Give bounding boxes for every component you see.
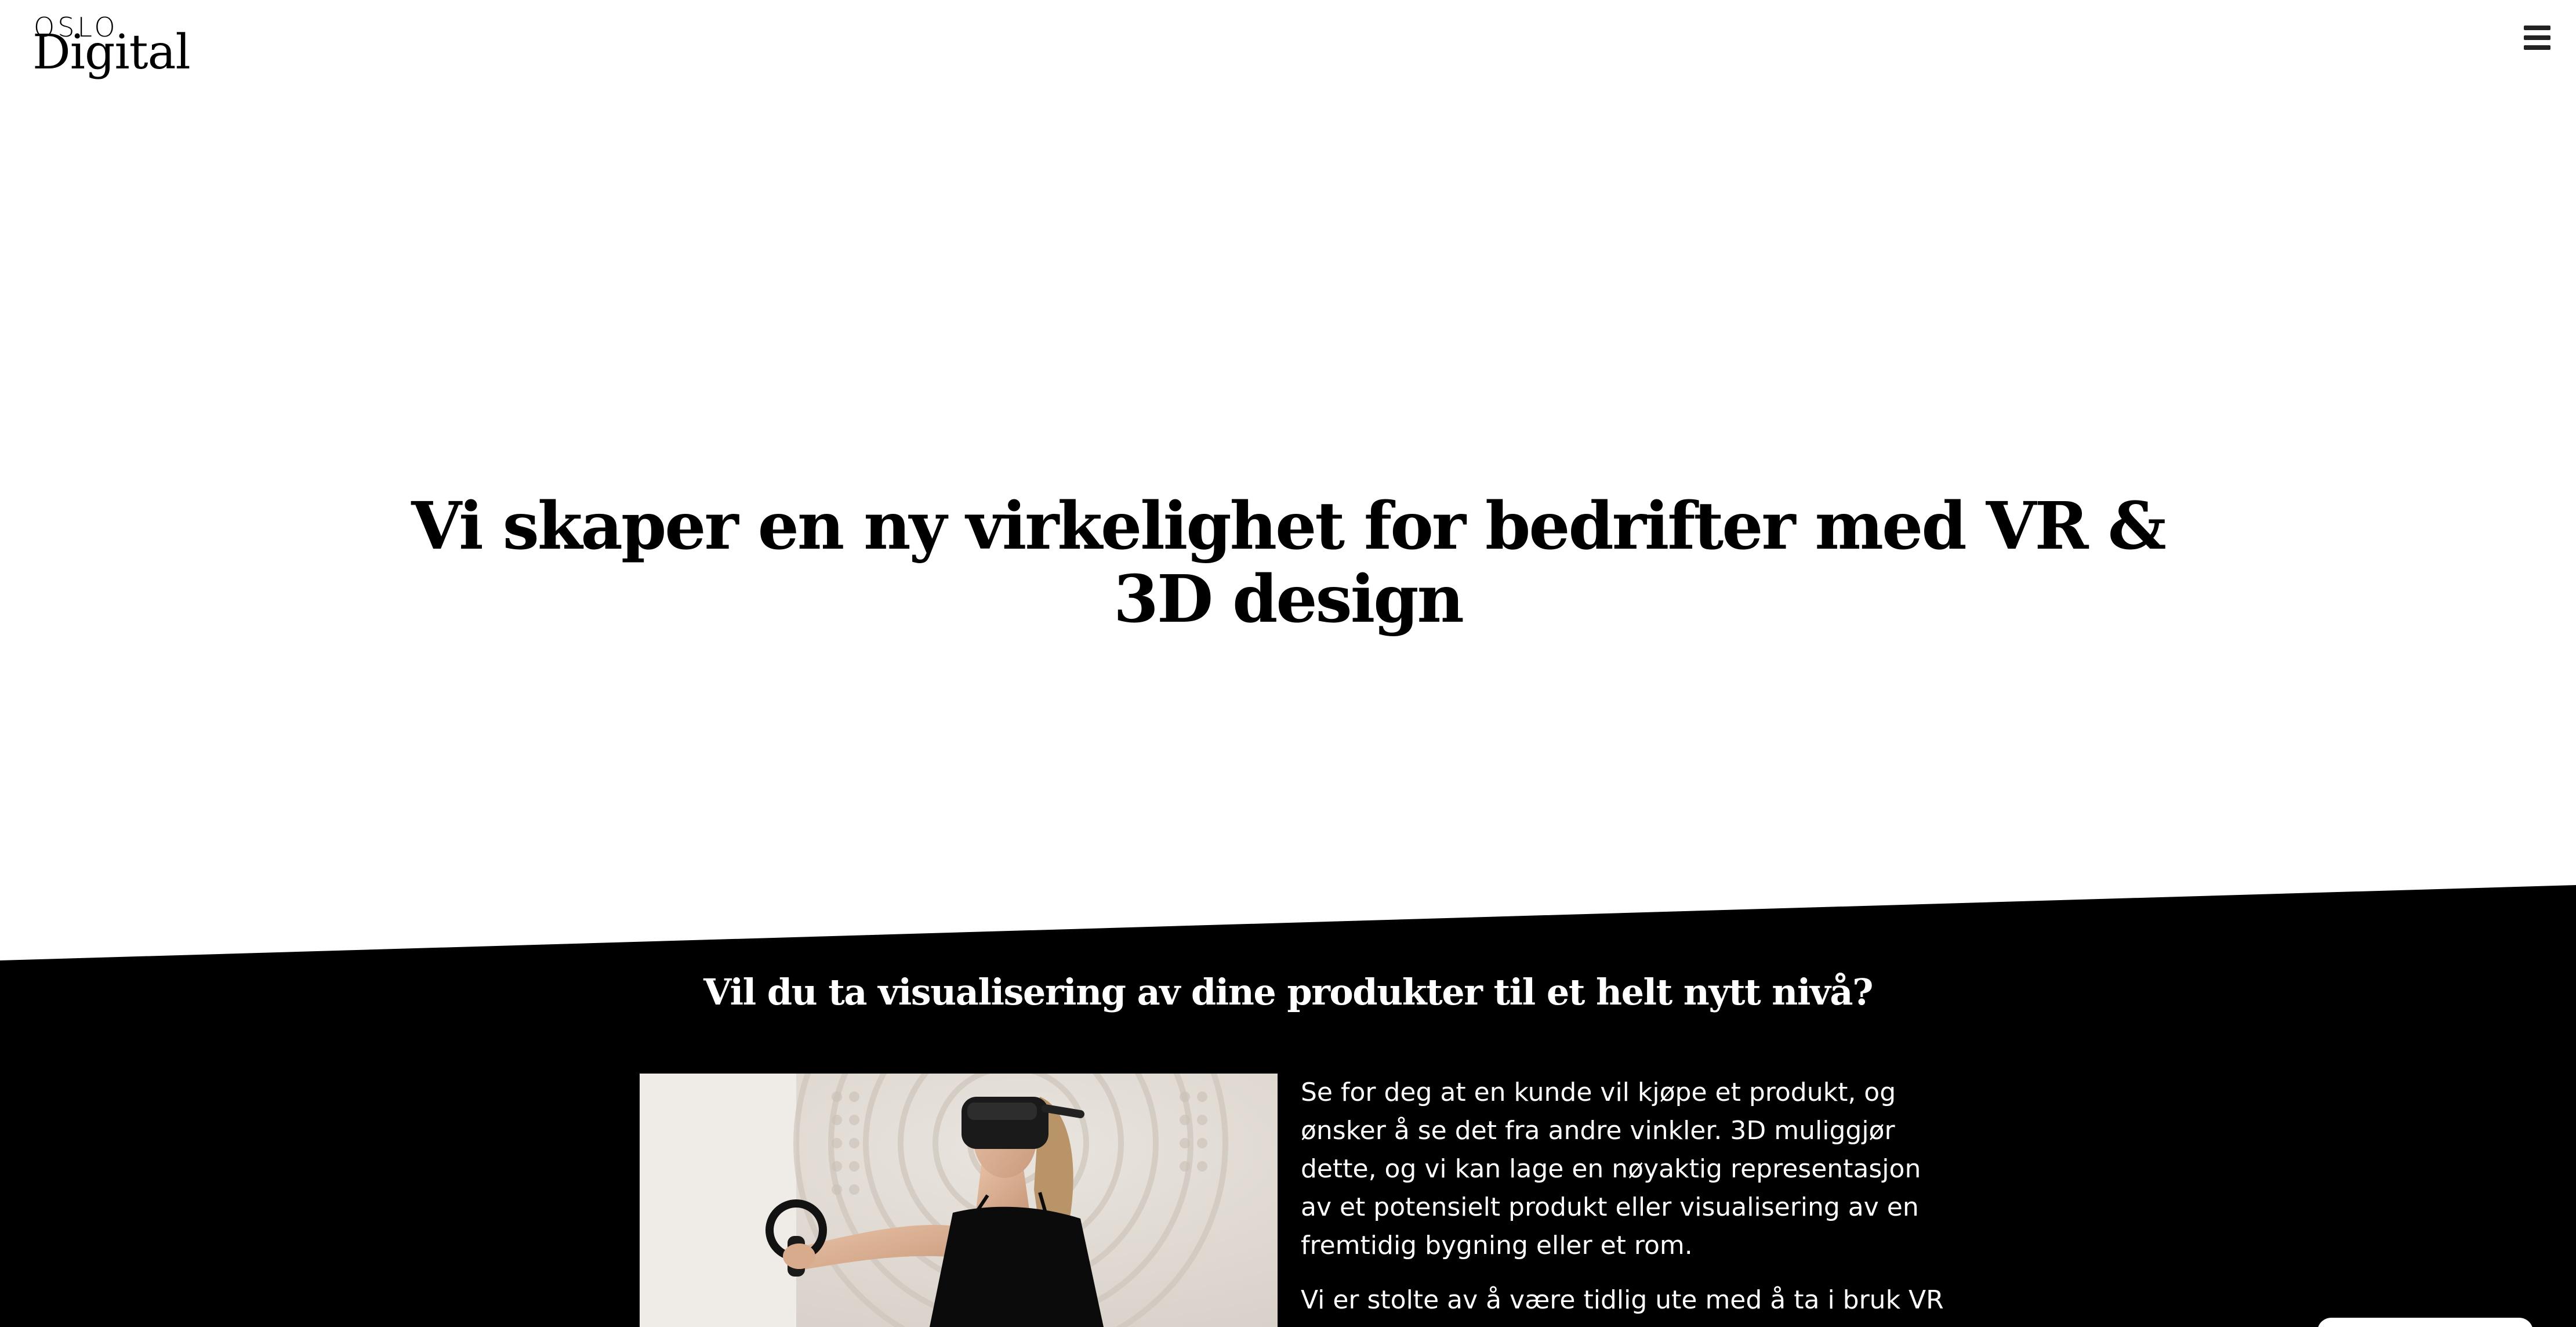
section-title: Vil du ta visualisering av dine produkte… — [703, 971, 1873, 1013]
hero-title: Vi skaper en ny virkelighet for bedrifte… — [411, 488, 2166, 637]
visualization-section: Vil du ta visualisering av dine produkte… — [0, 885, 2576, 1327]
section-paragraph-2: Vi er stolte av å være tidlig ute med å … — [1301, 1285, 1944, 1327]
logo[interactable]: OSLO Digital — [32, 14, 191, 80]
page: OSLO Digital Vi skaper en ny virkelighet… — [0, 0, 2576, 1327]
menu-bar-top — [2524, 26, 2550, 30]
section-paragraph-1: Se for deg at en kunde vil kjøpe et prod… — [1301, 1078, 1921, 1260]
site-header: OSLO Digital — [0, 0, 2576, 87]
hamburger-menu-icon[interactable] — [2524, 26, 2550, 50]
section-body: Se for deg at en kunde vil kjøpe et prod… — [1301, 1074, 1944, 1327]
logo-bottom-text: Digital — [32, 25, 191, 80]
menu-bar-bottom — [2524, 45, 2550, 50]
menu-bar-middle — [2524, 35, 2550, 40]
section-background — [0, 885, 2576, 1327]
corner-widget-button[interactable] — [2317, 1318, 2533, 1327]
vr-headset-photo — [640, 1074, 1278, 1327]
